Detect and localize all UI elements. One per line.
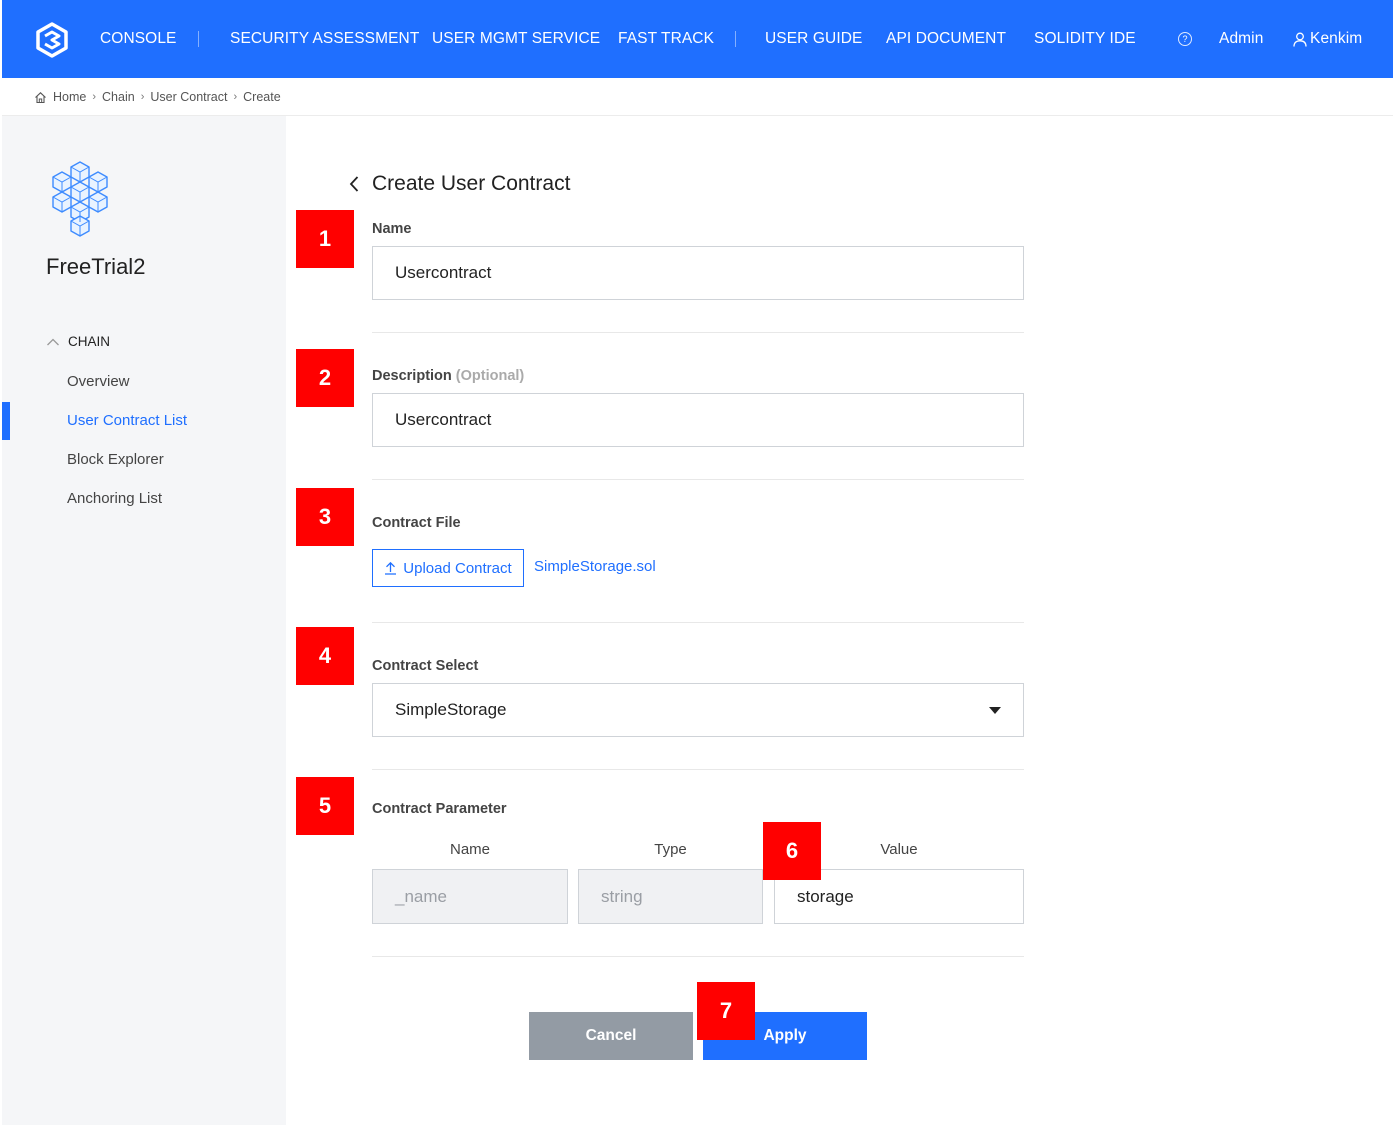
chevron-right-icon: › [233, 91, 238, 103]
nav-admin[interactable]: Admin [1219, 30, 1263, 48]
annotation-badge: 5 [296, 777, 354, 835]
chevron-up-icon [47, 338, 59, 345]
cancel-button[interactable]: Cancel [529, 1012, 693, 1060]
contract-select-dropdown[interactable]: SimpleStorage [372, 683, 1024, 737]
nav-solidity-ide[interactable]: SOLIDITY IDE [1034, 30, 1136, 48]
optional-tag: (Optional) [455, 368, 525, 384]
project-name: FreeTrial2 [46, 254, 146, 279]
name-input[interactable]: Usercontract [372, 246, 1024, 300]
sidebar-section-chain[interactable]: CHAIN [46, 334, 110, 349]
param-column-type: Type [654, 841, 687, 858]
sidebar-item-anchoring-list[interactable]: Anchoring List [67, 490, 162, 507]
description-label: Description (Optional) [372, 368, 524, 384]
annotation-badge: 3 [296, 488, 354, 546]
annotation-badge: 1 [296, 210, 354, 268]
section-divider [372, 622, 1024, 623]
contract-parameter-label: Contract Parameter [372, 801, 507, 817]
contract-select-label: Contract Select [372, 658, 479, 674]
chevron-left-icon[interactable] [348, 174, 360, 194]
project-cubes-icon [52, 161, 108, 237]
param-name-field: _name [372, 869, 568, 924]
annotation-badge: 4 [296, 627, 354, 685]
breadcrumb-user-contract[interactable]: User Contract [150, 90, 227, 104]
nav-user-mgmt-service[interactable]: USER MGMT SERVICE [432, 30, 600, 48]
caret-down-icon [989, 707, 1001, 714]
annotation-badge: 6 [763, 822, 821, 880]
param-column-name: Name [449, 841, 490, 858]
nav-security-assessment[interactable]: SECURITY ASSESSMENT [230, 30, 419, 48]
nav-user-guide[interactable]: USER GUIDE [765, 30, 862, 48]
breadcrumb-chain[interactable]: Chain [102, 90, 135, 104]
nav-api-document[interactable]: API DOCUMENT [886, 30, 1006, 48]
contract-select-value: SimpleStorage [395, 700, 507, 719]
uploaded-file-link[interactable]: SimpleStorage.sol [534, 558, 656, 575]
user-icon [1293, 32, 1307, 47]
sidebar-section-label: CHAIN [68, 334, 111, 349]
sidebar-active-indicator [2, 402, 10, 440]
contract-file-label: Contract File [372, 515, 461, 531]
nav-separator [198, 31, 199, 47]
upload-icon [385, 561, 397, 575]
description-input[interactable]: Usercontract [372, 393, 1024, 447]
annotation-badge: 7 [697, 982, 755, 1040]
section-divider [372, 956, 1024, 957]
section-divider [372, 769, 1024, 770]
breadcrumb: Home › Chain › User Contract › Create [34, 88, 285, 106]
sidebar-item-block-explorer[interactable]: Block Explorer [67, 451, 164, 468]
annotation-badge: 2 [296, 349, 354, 407]
section-divider [372, 332, 1024, 333]
nav-user-account[interactable]: Kenkim [1310, 30, 1362, 48]
brand-logo-icon[interactable] [34, 22, 70, 58]
page-title: Create User Contract [372, 172, 571, 195]
chevron-right-icon: › [92, 91, 97, 103]
nav-separator [735, 31, 736, 47]
sidebar-item-overview[interactable]: Overview [67, 373, 130, 390]
sidebar-item-user-contract-list[interactable]: User Contract List [67, 412, 187, 429]
param-type-field: string [578, 869, 763, 924]
page-header: Create User Contract [348, 172, 570, 196]
section-divider [372, 479, 1024, 480]
upload-contract-label: Upload Contract [403, 559, 512, 577]
help-icon[interactable]: ? [1178, 32, 1192, 46]
chevron-right-icon: › [140, 91, 145, 103]
sidebar: FreeTrial2 CHAIN Overview User Contract … [2, 116, 286, 1125]
nav-console[interactable]: CONSOLE [100, 30, 177, 48]
breadcrumb-home[interactable]: Home [53, 90, 86, 104]
description-label-text: Description [372, 368, 452, 384]
nav-fast-track[interactable]: FAST TRACK [618, 30, 714, 48]
home-icon [35, 91, 46, 103]
upload-contract-button[interactable]: Upload Contract [372, 549, 524, 587]
name-label: Name [372, 221, 412, 237]
breadcrumb-create: Create [243, 90, 281, 104]
